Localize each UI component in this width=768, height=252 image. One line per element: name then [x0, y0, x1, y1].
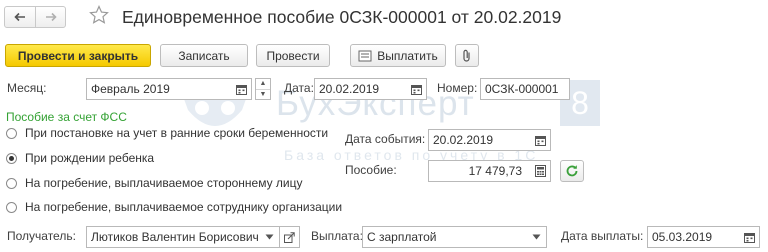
- radio-label: На погребение, выплачиваемое стороннему …: [25, 176, 303, 190]
- radio-child-birth[interactable]: При рождении ребенка: [6, 151, 154, 165]
- post-button[interactable]: Провести: [256, 44, 330, 67]
- calendar-icon: [235, 84, 247, 95]
- month-input[interactable]: Февраль 2019: [86, 78, 252, 100]
- benefit-input[interactable]: 17 479,73: [428, 160, 551, 182]
- calendar-icon: [743, 232, 755, 243]
- radio-funeral-employee[interactable]: На погребение, выплачиваемое сотруднику …: [6, 200, 342, 214]
- month-calendar-button[interactable]: [231, 79, 251, 99]
- benefit-value: 17 479,73: [468, 164, 522, 178]
- date-label: Дата:: [284, 81, 314, 95]
- number-value: 0СЗК-000001: [485, 82, 559, 96]
- open-link-icon: [284, 231, 295, 243]
- page-title: Единовременное пособие 0СЗК-000001 от 20…: [122, 7, 562, 27]
- event-date-label: Дата события:: [345, 132, 426, 146]
- radio-button[interactable]: [6, 201, 17, 213]
- payment-date-label: Дата выплаты:: [561, 229, 644, 243]
- recipient-label: Получатель:: [7, 229, 76, 243]
- payment-label: Выплата:: [311, 229, 363, 243]
- payment-date-calendar-button[interactable]: [739, 227, 759, 247]
- payment-dropdown-button[interactable]: [526, 227, 546, 247]
- recipient-input[interactable]: Лютиков Валентин Борисович: [86, 226, 280, 248]
- refresh-button[interactable]: [560, 160, 584, 182]
- arrow-left-icon: [14, 12, 25, 22]
- payment-input[interactable]: С зарплатой: [362, 226, 547, 248]
- radio-funeral-third-party[interactable]: На погребение, выплачиваемое стороннему …: [6, 176, 303, 190]
- payment-date-value: 05.03.2019: [652, 230, 713, 244]
- radio-button[interactable]: [6, 127, 17, 139]
- event-date-input[interactable]: 20.02.2019: [428, 129, 551, 151]
- recipient-dropdown-button[interactable]: [259, 227, 279, 247]
- post-and-close-button[interactable]: Провести и закрыть: [5, 44, 151, 67]
- pay-button-label: Выплатить: [377, 48, 438, 63]
- month-label: Месяц:: [7, 81, 47, 95]
- payment-date-input[interactable]: 05.03.2019: [647, 226, 760, 248]
- event-date-calendar-button[interactable]: [530, 130, 550, 150]
- payment-value: С зарплатой: [367, 230, 437, 244]
- section-title: Пособие за счет ФСС: [6, 110, 127, 124]
- refresh-icon: [566, 165, 578, 177]
- navigation-buttons: [4, 6, 66, 28]
- benefit-label: Пособие:: [345, 163, 397, 177]
- number-label: Номер:: [437, 81, 478, 95]
- calendar-icon: [534, 135, 546, 146]
- save-button[interactable]: Записать: [160, 44, 248, 67]
- arrow-right-icon: [45, 12, 57, 22]
- month-stepper[interactable]: ▲ ▼: [255, 78, 271, 100]
- radio-label: На погребение, выплачиваемое сотруднику …: [25, 200, 343, 214]
- date-value: 20.02.2019: [319, 82, 380, 96]
- calendar-icon: [410, 84, 422, 95]
- chevron-down-icon: [265, 234, 273, 240]
- attach-button[interactable]: [455, 44, 479, 67]
- radio-label: При рождении ребенка: [25, 151, 155, 165]
- document-icon: [358, 50, 372, 61]
- radio-button[interactable]: [6, 177, 17, 189]
- month-value: Февраль 2019: [91, 82, 170, 96]
- month-stepper-down[interactable]: ▼: [256, 88, 270, 100]
- date-input[interactable]: 20.02.2019: [314, 78, 427, 100]
- number-input[interactable]: 0СЗК-000001: [480, 78, 570, 100]
- radio-label: При постановке на учет в ранние сроки бе…: [25, 126, 329, 140]
- calculator-icon: [534, 165, 546, 177]
- recipient-open-button[interactable]: [280, 226, 300, 248]
- paperclip-icon: [463, 49, 470, 62]
- pay-button[interactable]: Выплатить: [350, 44, 446, 67]
- favorite-button[interactable]: [89, 5, 109, 28]
- chevron-down-icon: [532, 234, 540, 240]
- benefit-calculator-button[interactable]: [530, 161, 550, 181]
- radio-button[interactable]: [6, 152, 17, 164]
- forward-button[interactable]: [35, 7, 65, 27]
- radio-selected-dot: [9, 155, 14, 161]
- radio-early-pregnancy[interactable]: При постановке на учет в ранние сроки бе…: [6, 126, 328, 140]
- back-button[interactable]: [5, 7, 35, 27]
- star-icon: [89, 5, 109, 24]
- month-stepper-up[interactable]: ▲: [256, 79, 270, 89]
- event-date-value: 20.02.2019: [433, 133, 494, 147]
- recipient-value: Лютиков Валентин Борисович: [91, 230, 259, 244]
- date-calendar-button[interactable]: [406, 79, 426, 99]
